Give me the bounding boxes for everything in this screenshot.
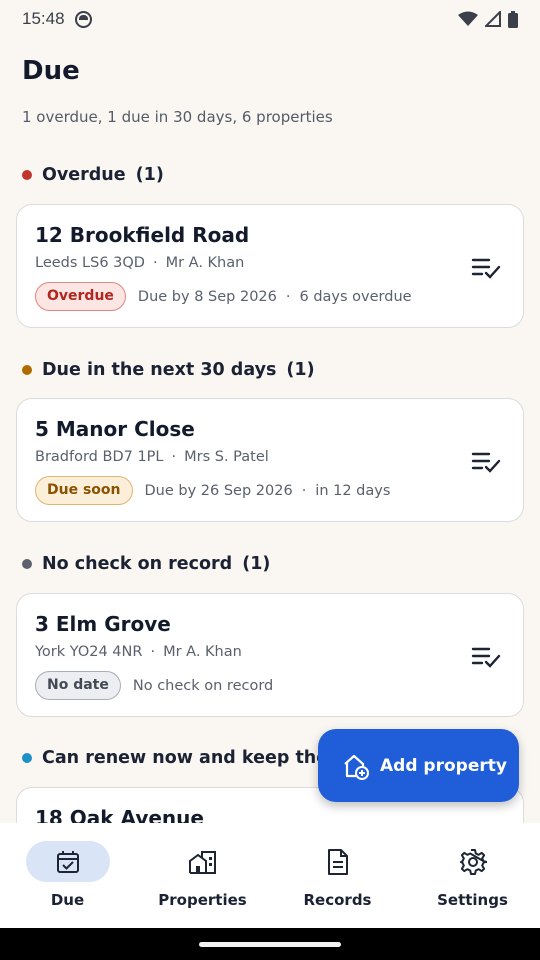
add-property-button[interactable]: Add property [318, 729, 519, 802]
calendar-check-icon [56, 850, 79, 873]
status-badge: Overdue [35, 282, 126, 311]
status-badge: No date [35, 671, 121, 700]
nav-item-settings[interactable]: Settings [405, 823, 540, 928]
checklist-icon[interactable] [471, 644, 501, 670]
section-header-due-soon: Due in the next 30 days (1) [22, 360, 315, 380]
section-title: Due in the next 30 days [42, 360, 277, 380]
property-card[interactable]: 12 Brookfield Road Leeds LS6 3QD · Mr A. K… [16, 204, 524, 328]
home-handle[interactable] [199, 942, 341, 947]
property-tenant: Mrs S. Patel [184, 449, 269, 465]
status-bar: 15:48 [0, 0, 540, 38]
buildings-icon [188, 850, 216, 874]
property-tenant: Mr A. Khan [165, 255, 245, 271]
section-count: (1) [242, 554, 271, 574]
property-name: 12 Brookfield Road [35, 223, 250, 247]
nav-label: Due [50, 891, 85, 909]
page-title: Due [22, 56, 80, 86]
due-delta: in 12 days [315, 482, 391, 499]
nav-label: Settings [437, 891, 508, 909]
property-meta: Leeds LS6 3QD · Mr A. Khan [35, 255, 245, 271]
battery-icon [508, 10, 518, 28]
notification-app-icon [74, 10, 92, 28]
section-count: (1) [286, 360, 315, 380]
nav-item-due[interactable]: Due [0, 823, 135, 928]
property-location: Leeds LS6 3QD [35, 255, 145, 271]
property-status-row: No date No check on record [35, 671, 273, 700]
gear-icon [459, 848, 487, 875]
due-date: No check on record [132, 677, 274, 694]
renew-dot [22, 753, 32, 763]
property-name: 3 Elm Grove [35, 612, 171, 636]
property-meta: York YO24 4NR · Mr A. Khan [35, 644, 242, 660]
due-soon-dot [22, 365, 32, 375]
property-location: York YO24 4NR [35, 644, 143, 660]
section-count: (1) [135, 165, 164, 185]
overdue-dot [22, 170, 32, 180]
status-icons [458, 10, 518, 28]
no-record-dot [22, 559, 32, 569]
add-home-icon [344, 754, 369, 780]
due-delta: 6 days overdue [299, 288, 412, 305]
status-time: 15:48 [22, 9, 65, 28]
system-gesture-bar [0, 928, 540, 960]
property-location: Bradford BD7 1PL [35, 449, 164, 465]
due-date: Due by 8 Sep 2026 [137, 288, 277, 305]
bottom-navigation: Due Properties Records Settings [0, 823, 540, 928]
section-title: Overdue [42, 165, 126, 185]
add-property-label: Add property [380, 755, 507, 776]
wifi-icon [458, 11, 478, 26]
property-meta: Bradford BD7 1PL · Mrs S. Patel [35, 449, 269, 465]
property-name: 5 Manor Close [35, 417, 195, 441]
status-badge: Due soon [35, 476, 133, 505]
section-title: No check on record [42, 554, 233, 574]
nav-item-records[interactable]: Records [270, 823, 405, 928]
nav-label: Records [303, 891, 372, 909]
section-header-overdue: Overdue (1) [22, 165, 164, 185]
document-icon [327, 848, 348, 875]
property-card[interactable]: 5 Manor Close Bradford BD7 1PL · Mrs S. Pa… [16, 398, 524, 522]
property-status-row: Overdue Due by 8 Sep 2026 · 6 days overdue [35, 282, 412, 311]
nav-label: Properties [158, 891, 247, 909]
property-status-row: Due soon Due by 26 Sep 2026 · in 12 days [35, 476, 390, 505]
nav-item-properties[interactable]: Properties [135, 823, 270, 928]
property-tenant: Mr A. Khan [163, 644, 242, 660]
property-card[interactable]: 3 Elm Grove York YO24 4NR · Mr A. Khan No … [16, 593, 524, 717]
due-date: Due by 26 Sep 2026 [144, 482, 293, 499]
section-header-no-record: No check on record (1) [22, 554, 270, 574]
signal-icon [485, 11, 501, 27]
checklist-icon[interactable] [471, 255, 501, 281]
due-summary: 1 overdue, 1 due in 30 days, 6 propertie… [22, 108, 333, 126]
checklist-icon[interactable] [471, 449, 501, 475]
nav-active-indicator [25, 841, 110, 882]
